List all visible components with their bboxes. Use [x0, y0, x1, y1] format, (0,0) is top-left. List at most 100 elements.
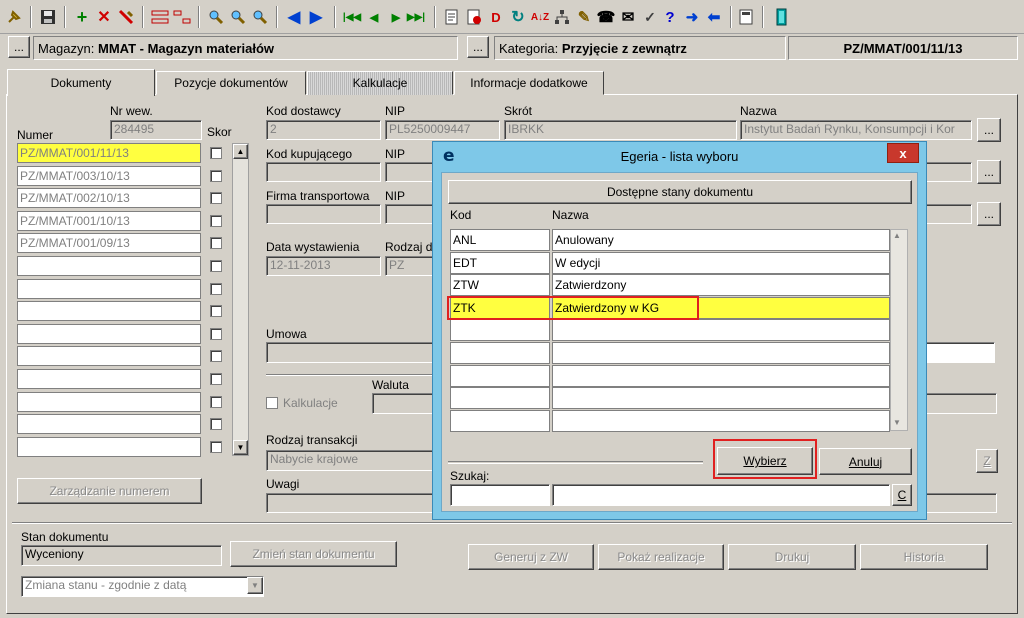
- arrow-right-icon[interactable]: ▶: [306, 7, 326, 27]
- numer-list-item[interactable]: [17, 301, 201, 322]
- skor-checkbox[interactable]: [210, 418, 222, 431]
- tab-kalkulacje[interactable]: Kalkulacje: [307, 71, 453, 95]
- chevron-down-icon[interactable]: ▼: [247, 577, 263, 594]
- stan-kod-cell[interactable]: [450, 364, 550, 387]
- next-record-icon[interactable]: ▶: [386, 7, 406, 27]
- search-next-icon[interactable]: [228, 7, 248, 27]
- numer-list-item[interactable]: PZ/MMAT/002/10/13: [17, 188, 201, 209]
- numer-list-item[interactable]: PZ/MMAT/001/10/13: [17, 210, 201, 231]
- umowa-opis-field[interactable]: [925, 342, 995, 363]
- dialog-titlebar[interactable]: e Egeria - lista wyboru x: [433, 142, 926, 172]
- numer-list-item[interactable]: [17, 369, 201, 389]
- help-icon[interactable]: ?: [660, 7, 680, 27]
- numer-list-item[interactable]: [17, 323, 201, 344]
- zarzadzanie-numerem-button[interactable]: Zarządzanie numerem: [17, 478, 202, 504]
- kalkulacje-checkbox[interactable]: [266, 397, 278, 409]
- close-icon[interactable]: x: [887, 143, 919, 163]
- first-record-icon[interactable]: |◀◀: [342, 7, 362, 27]
- scroll-down-icon[interactable]: ▼: [233, 440, 248, 455]
- refresh-icon[interactable]: ↻: [508, 7, 528, 27]
- stan-nazwa-cell[interactable]: W edycji: [552, 251, 890, 274]
- phone-icon[interactable]: ☎: [596, 7, 616, 27]
- magazyn-browse-button[interactable]: ...: [8, 36, 30, 58]
- stan-kod-cell[interactable]: EDT: [450, 251, 550, 274]
- skor-checkbox[interactable]: [210, 260, 222, 272]
- stan-nazwa-cell[interactable]: Anulowany: [552, 229, 890, 251]
- stan-nazwa-cell[interactable]: [552, 319, 890, 342]
- forward-icon[interactable]: ➜: [682, 7, 702, 27]
- skor-checkbox[interactable]: [210, 169, 222, 182]
- sort-icon[interactable]: A↓Z: [530, 7, 550, 27]
- drukuj-button[interactable]: Drukuj: [728, 544, 856, 570]
- split-icon[interactable]: [150, 7, 170, 27]
- generuj-z-zw-button[interactable]: Generuj z ZW: [468, 544, 594, 570]
- historia-button[interactable]: Historia: [860, 544, 988, 570]
- numer-list-item[interactable]: PZ/MMAT/001/09/13: [17, 233, 201, 254]
- scroll-down-icon[interactable]: ▼: [893, 418, 901, 427]
- numer-list-item[interactable]: [17, 414, 201, 435]
- kupujacy-browse-button[interactable]: ...: [977, 160, 1001, 184]
- edit-icon[interactable]: [116, 7, 136, 27]
- z-button[interactable]: Z: [976, 449, 998, 473]
- stan-kod-cell[interactable]: ZTW: [450, 274, 550, 297]
- calc-icon[interactable]: [736, 7, 756, 27]
- stan-kod-cell[interactable]: [450, 319, 550, 342]
- skor-checkbox[interactable]: [210, 147, 222, 159]
- scroll-up-icon[interactable]: ▲: [893, 231, 901, 240]
- stan-kod-cell[interactable]: [450, 387, 550, 410]
- brush-icon[interactable]: ✎: [574, 7, 594, 27]
- search-icon[interactable]: [206, 7, 226, 27]
- skor-checkbox[interactable]: [210, 395, 222, 408]
- numer-list-item[interactable]: [17, 346, 201, 367]
- szukaj-kod-input[interactable]: [450, 484, 550, 506]
- mail-icon[interactable]: ✉: [618, 7, 638, 27]
- scroll-up-icon[interactable]: ▲: [233, 144, 248, 159]
- skor-checkbox[interactable]: [210, 327, 222, 340]
- skor-checkbox[interactable]: [210, 350, 222, 363]
- skor-checkbox[interactable]: [210, 192, 222, 205]
- numer-list-item[interactable]: PZ/MMAT/003/10/13: [17, 165, 201, 186]
- stan-nazwa-cell[interactable]: [552, 364, 890, 387]
- save-icon[interactable]: [38, 7, 58, 27]
- filter-icon[interactable]: [464, 7, 484, 27]
- numer-list-item[interactable]: [17, 278, 201, 299]
- clear-search-button[interactable]: C: [892, 484, 912, 506]
- prev-record-icon[interactable]: ◀: [364, 7, 384, 27]
- stan-nazwa-cell[interactable]: [552, 342, 890, 364]
- dostepne-stany-button[interactable]: Dostępne stany dokumentu: [448, 180, 912, 204]
- stan-nazwa-cell[interactable]: [552, 387, 890, 410]
- kategoria-browse-button[interactable]: ...: [467, 36, 489, 58]
- tab-dokumenty[interactable]: Dokumenty: [7, 69, 155, 96]
- skor-checkbox[interactable]: [210, 305, 222, 318]
- stan-kod-cell[interactable]: ANL: [450, 229, 550, 251]
- split-alt-icon[interactable]: [172, 7, 192, 27]
- skor-checkbox[interactable]: [210, 373, 222, 385]
- transport-browse-button[interactable]: ...: [977, 202, 1001, 226]
- numer-list-item[interactable]: PZ/MMAT/001/11/13: [17, 143, 201, 163]
- tab-pozycje-dokumentow[interactable]: Pozycje dokumentów: [156, 71, 306, 95]
- stany-scrollbar[interactable]: ▲ ▼: [890, 229, 908, 431]
- zmiana-stanu-select[interactable]: Zmiana stanu - zgodnie z datą ▼: [21, 576, 264, 597]
- skor-checkbox[interactable]: [210, 237, 222, 250]
- skor-checkbox[interactable]: [210, 440, 222, 453]
- last-record-icon[interactable]: ▶▶|: [406, 7, 426, 27]
- report-icon[interactable]: [442, 7, 462, 27]
- numer-scrollbar[interactable]: ▲ ▼: [232, 143, 249, 456]
- filter-d-icon[interactable]: D: [486, 7, 506, 27]
- anuluj-button[interactable]: Anuluj: [819, 448, 912, 475]
- stan-kod-cell[interactable]: [450, 409, 550, 432]
- numer-list-item[interactable]: [17, 436, 201, 457]
- skor-checkbox[interactable]: [210, 282, 222, 295]
- tree-icon[interactable]: [552, 7, 572, 27]
- pokaz-realizacje-button[interactable]: Pokaż realizacje: [598, 544, 724, 570]
- search-help-icon[interactable]: [250, 7, 270, 27]
- exit-door-icon[interactable]: [772, 7, 792, 27]
- pin-icon[interactable]: [4, 7, 24, 27]
- stan-kod-cell[interactable]: [450, 342, 550, 364]
- add-icon[interactable]: +: [72, 7, 92, 27]
- tab-informacje-dodatkowe[interactable]: Informacje dodatkowe: [454, 71, 604, 95]
- check-icon[interactable]: ✓: [640, 7, 660, 27]
- numer-list-item[interactable]: [17, 256, 201, 276]
- arrow-left-icon[interactable]: ◀: [284, 7, 304, 27]
- delete-icon[interactable]: ✕: [94, 7, 114, 27]
